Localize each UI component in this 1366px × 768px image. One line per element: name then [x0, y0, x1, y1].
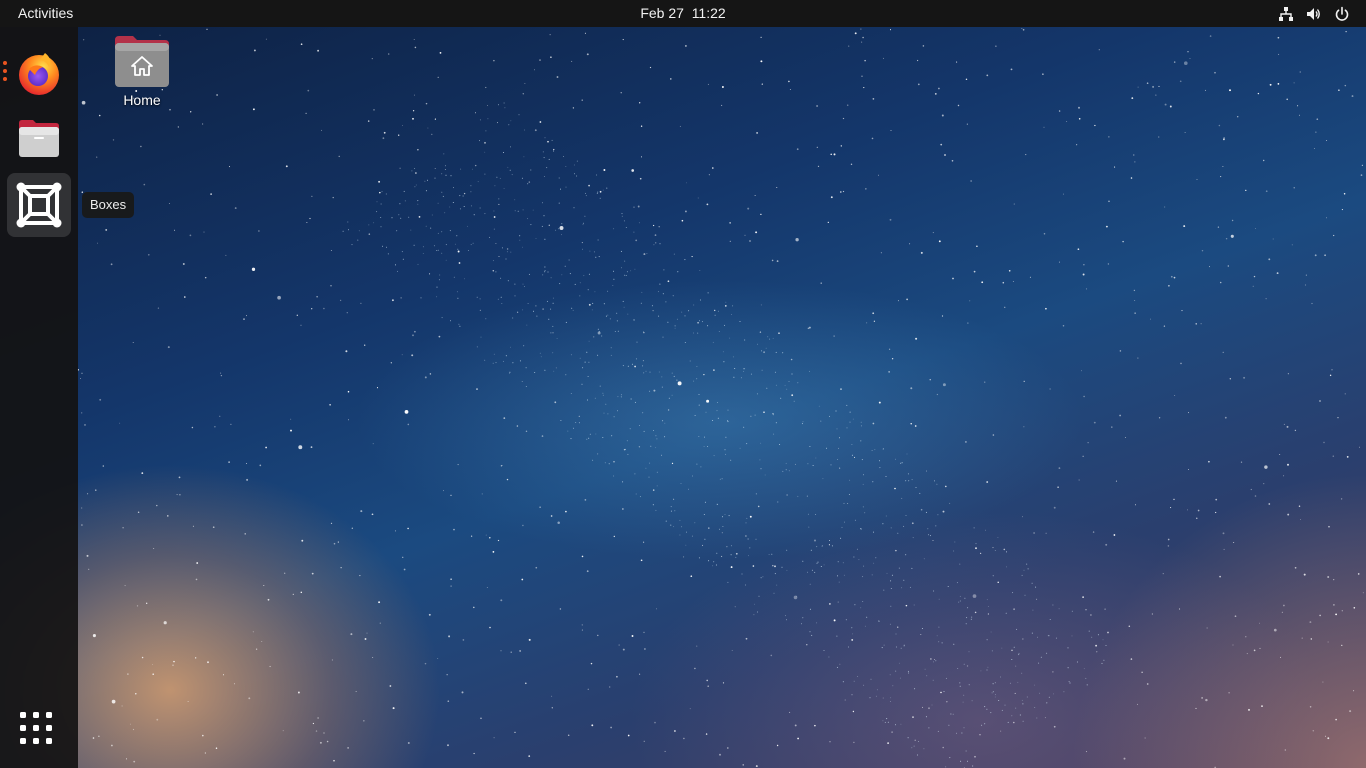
firefox-icon	[19, 53, 59, 95]
desktop-icon-label: Home	[123, 92, 161, 108]
clock-time: 11:22	[691, 5, 726, 21]
boxes-icon	[16, 182, 62, 228]
dock-item-boxes[interactable]	[7, 173, 71, 237]
show-applications-button[interactable]	[20, 712, 58, 750]
power-icon[interactable]	[1334, 6, 1350, 22]
clock-date: Feb 27	[640, 5, 684, 21]
system-tray[interactable]	[1278, 0, 1350, 27]
top-bar: Activities Feb 27 11:22	[0, 0, 1366, 27]
dock-item-files[interactable]	[7, 107, 71, 171]
volume-icon[interactable]	[1306, 6, 1322, 22]
network-icon[interactable]	[1278, 6, 1294, 22]
dock-item-firefox[interactable]	[7, 41, 71, 105]
desktop-wallpaper[interactable]	[0, 0, 1366, 768]
home-folder-icon	[115, 36, 169, 87]
activities-button[interactable]: Activities	[8, 0, 83, 27]
dock	[0, 27, 78, 768]
clock: Feb 27 11:22	[0, 0, 1366, 27]
starfield-background	[77, 28, 1364, 768]
desktop-icon-home[interactable]: Home	[104, 34, 180, 120]
files-icon	[19, 120, 59, 157]
dock-tooltip: Boxes	[82, 192, 135, 218]
clock-date-time[interactable]: Feb 27 11:22	[636, 5, 729, 21]
